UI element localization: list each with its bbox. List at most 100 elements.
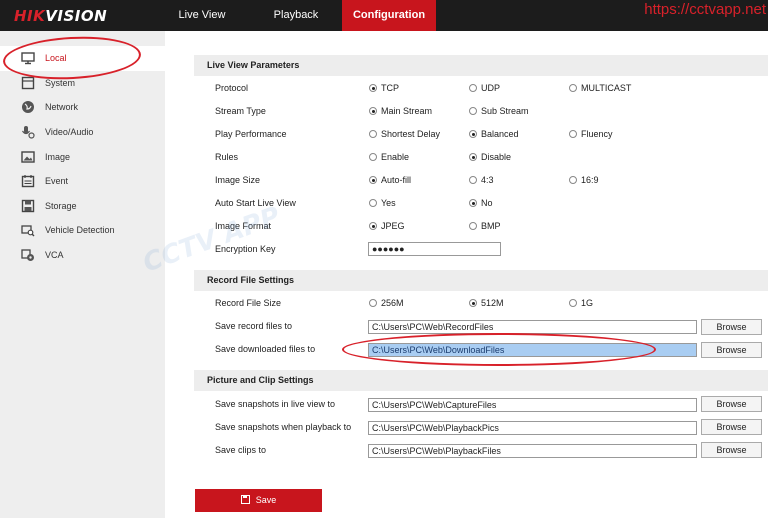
image-size-4-3-radio[interactable]: 4:3 (469, 175, 494, 185)
record-size-512m-radio[interactable]: 512M (469, 298, 504, 308)
radio-dot (369, 299, 377, 307)
image-format-bmp-radio[interactable]: BMP (469, 221, 501, 231)
performance-shortest-delay-radio[interactable]: Shortest Delay (369, 129, 440, 139)
clips-path-field[interactable]: C:\Users\PC\Web\PlaybackFiles (368, 444, 697, 458)
sidebar-item-label: Vehicle Detection (45, 225, 115, 235)
globe-icon (22, 101, 34, 113)
encryption-key-field[interactable]: ●●●●●● (368, 242, 501, 256)
stream-sub-radio[interactable]: Sub Stream (469, 106, 529, 116)
radio-dot (369, 199, 377, 207)
sidebar: Local System Network Video/Audio Image E… (0, 31, 165, 518)
record-files-path-field[interactable]: C:\Users\PC\Web\RecordFiles (368, 320, 697, 334)
protocol-label: Protocol (215, 83, 249, 93)
top-navigation-bar: HIKVISION Live View Playback Configurati… (0, 0, 768, 31)
radio-dot (569, 299, 577, 307)
sidebar-item-label: Local (45, 53, 67, 63)
image-size-auto-fill-radio[interactable]: Auto-fill (369, 175, 411, 185)
snapshots-live-path-field[interactable]: C:\Users\PC\Web\CaptureFiles (368, 398, 697, 412)
save-clips-label: Save clips to (215, 445, 267, 455)
browse-clips-button[interactable]: Browse (701, 442, 762, 458)
sidebar-item-video-audio[interactable]: Video/Audio (0, 120, 165, 145)
section-picture-clip-settings: Picture and Clip Settings (194, 370, 768, 391)
auto-start-yes-radio[interactable]: Yes (369, 198, 396, 208)
radio-dot (369, 84, 377, 92)
radio-dot (469, 153, 477, 161)
radio-dot (369, 153, 377, 161)
radio-dot (369, 222, 377, 230)
encryption-key-label: Encryption Key (215, 244, 276, 254)
snapshots-playback-path-field[interactable]: C:\Users\PC\Web\PlaybackPics (368, 421, 697, 435)
image-icon (21, 151, 35, 163)
radio-dot (469, 130, 477, 138)
tab-playback[interactable]: Playback (256, 0, 336, 31)
radio-dot (469, 176, 477, 184)
radio-dot (369, 107, 377, 115)
sidebar-item-system[interactable]: System (0, 71, 165, 96)
radio-dot (369, 130, 377, 138)
performance-balanced-radio[interactable]: Balanced (469, 129, 519, 139)
radio-dot (469, 107, 477, 115)
sidebar-item-storage[interactable]: Storage (0, 194, 165, 219)
protocol-tcp-radio[interactable]: TCP (369, 83, 399, 93)
browse-snapshots-playback-button[interactable]: Browse (701, 419, 762, 435)
radio-dot (469, 299, 477, 307)
vca-icon (21, 249, 34, 261)
monitor-icon (21, 52, 35, 65)
sidebar-item-label: System (45, 78, 76, 88)
tab-live-view[interactable]: Live View (162, 0, 242, 31)
sidebar-item-label: Video/Audio (45, 127, 94, 137)
auto-start-live-view-label: Auto Start Live View (215, 198, 296, 208)
sidebar-item-label: Event (45, 176, 69, 186)
save-button[interactable]: Save (195, 489, 322, 512)
save-snapshots-live-label: Save snapshots in live view to (215, 399, 336, 409)
image-size-label: Image Size (215, 175, 261, 185)
vehicle-search-icon (21, 225, 35, 237)
sidebar-item-local[interactable]: Local (0, 46, 165, 71)
auto-start-no-radio[interactable]: No (469, 198, 493, 208)
play-performance-label: Play Performance (215, 129, 287, 139)
calendar-icon (21, 175, 35, 188)
radio-dot (369, 176, 377, 184)
browse-downloaded-files-button[interactable]: Browse (701, 342, 762, 358)
configuration-panel: Live View Parameters Protocol TCP UDP MU… (165, 31, 768, 518)
watermark-url: https://cctvapp.net (644, 1, 766, 18)
sidebar-item-label: Network (45, 102, 79, 112)
rules-enable-radio[interactable]: Enable (369, 152, 409, 162)
sidebar-item-network[interactable]: Network (0, 95, 165, 120)
sidebar-item-image[interactable]: Image (0, 145, 165, 170)
microphone-icon (22, 126, 35, 139)
system-icon (21, 76, 35, 90)
save-downloaded-files-label: Save downloaded files to (215, 344, 316, 354)
sidebar-item-vehicle-detection[interactable]: Vehicle Detection (0, 218, 165, 243)
stream-main-radio[interactable]: Main Stream (369, 106, 432, 116)
radio-dot (469, 199, 477, 207)
sidebar-item-label: VCA (45, 250, 64, 260)
protocol-udp-radio[interactable]: UDP (469, 83, 500, 93)
record-size-1g-radio[interactable]: 1G (569, 298, 593, 308)
stream-type-label: Stream Type (215, 106, 266, 116)
rules-disable-radio[interactable]: Disable (469, 152, 511, 162)
performance-fluency-radio[interactable]: Fluency (569, 129, 613, 139)
browse-snapshots-live-button[interactable]: Browse (701, 396, 762, 412)
section-live-view-parameters: Live View Parameters (194, 55, 768, 76)
record-file-size-label: Record File Size (215, 298, 282, 308)
radio-dot (569, 84, 577, 92)
protocol-multicast-radio[interactable]: MULTICAST (569, 83, 631, 93)
radio-dot (469, 222, 477, 230)
tab-configuration[interactable]: Configuration (342, 0, 436, 31)
sidebar-item-event[interactable]: Event (0, 169, 165, 194)
section-record-file-settings: Record File Settings (194, 270, 768, 291)
radio-dot (469, 84, 477, 92)
save-snapshots-playback-label: Save snapshots when playback to (215, 422, 352, 432)
image-size-16-9-radio[interactable]: 16:9 (569, 175, 599, 185)
sidebar-item-label: Image (45, 152, 71, 162)
radio-dot (569, 176, 577, 184)
downloaded-files-path-field[interactable]: C:\Users\PC\Web\DownloadFiles (368, 343, 697, 357)
sidebar-item-vca[interactable]: VCA (0, 243, 165, 268)
image-format-jpeg-radio[interactable]: JPEG (369, 221, 405, 231)
save-record-files-label: Save record files to (215, 321, 293, 331)
record-size-256m-radio[interactable]: 256M (369, 298, 404, 308)
radio-dot (569, 130, 577, 138)
hikvision-logo: HIKVISION (14, 7, 108, 25)
browse-record-files-button[interactable]: Browse (701, 319, 762, 335)
